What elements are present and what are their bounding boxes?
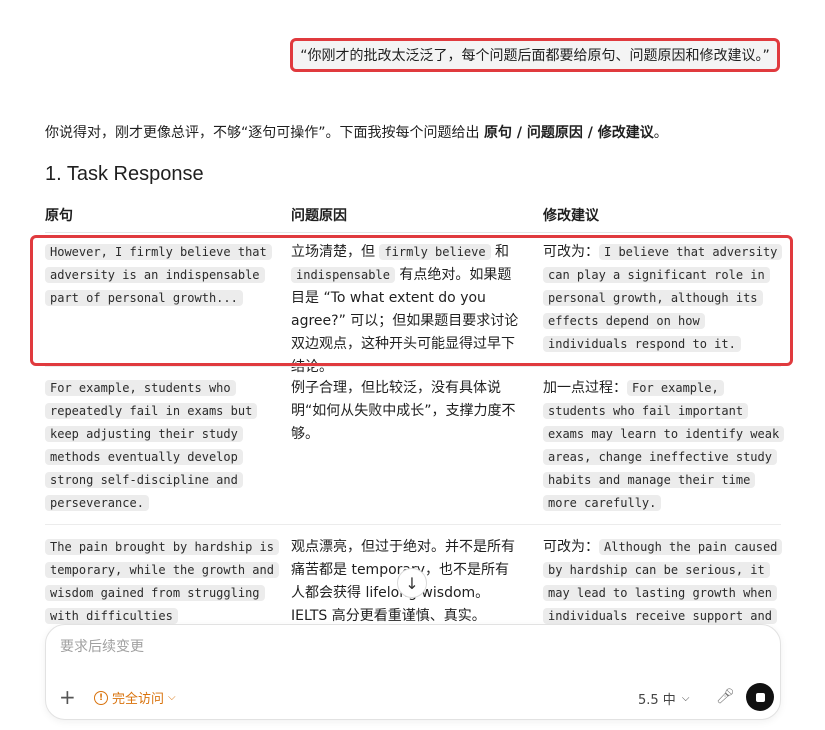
warning-icon: ! [94, 690, 108, 705]
table-row-3-suggestion: 可改为： Although the pain caused by hardship… [543, 536, 783, 625]
table-row-2-suggestion: 加一点过程： For example, students who fail imp… [543, 377, 785, 515]
row-divider [45, 366, 781, 367]
intro-end: 。 [653, 125, 668, 141]
section-title: 1. Task Response [45, 163, 204, 185]
table-row-2-original: For example, students who repeatedly fai… [45, 377, 275, 515]
scroll-to-bottom-button[interactable]: ↓ [397, 568, 427, 598]
stop-icon [755, 692, 765, 702]
table-row-2-reason: 例子合理，但比较泛，没有具体说明“如何从失败中成长”，支撑力度不够。 [291, 380, 516, 442]
assistant-intro: 你说得对，刚才更像总评，不够“逐句可操作”。下面我按每个问题给出 原句 / 问题… [45, 122, 668, 142]
arrow-down-icon: ↓ [405, 573, 419, 593]
plus-icon[interactable]: + [59, 685, 76, 709]
user-message-bubble: “你刚才的批改太泛泛了，每个问题后面都要给原句、问题原因和修改建议。” [290, 38, 780, 72]
intro-text: 你说得对，刚才更像总评，不够“逐句可操作”。下面我按每个问题给出 [45, 125, 484, 141]
model-selector[interactable]: 5.5 中 ⌵ [638, 689, 689, 708]
table-row-1-suggestion: 可改为： I believe that adversity can play a … [543, 241, 783, 356]
mic-icon[interactable]: 🎤︎ [716, 687, 735, 705]
user-message-text: “你刚才的批改太泛泛了，每个问题后面都要给原句、问题原因和修改建议。” [300, 48, 770, 64]
stop-button[interactable] [746, 683, 774, 711]
table-header-original: 原句 [45, 208, 73, 224]
chevron-down-icon: ⌵ [681, 693, 690, 704]
access-mode-button[interactable]: ! 完全访问 ⌵ [94, 688, 176, 707]
table-row-1-reason: 立场清楚，但 firmly believe 和 indispensable 有点… [291, 244, 519, 375]
table-header-reason: 问题原因 [291, 208, 347, 224]
intro-bold: 原句 / 问题原因 / 修改建议 [483, 125, 654, 141]
table-header-divider [45, 232, 781, 233]
model-label: 5.5 中 [638, 693, 676, 708]
table-row-3-original: The pain brought by hardship is temporar… [45, 536, 279, 625]
chevron-down-icon: ⌵ [168, 692, 176, 703]
table-row-1-original: However, I firmly believe that adversity… [45, 241, 275, 310]
table-header-suggestion: 修改建议 [543, 208, 599, 224]
row-divider [45, 524, 781, 525]
access-label: 完全访问 [112, 692, 165, 707]
composer-input[interactable] [58, 638, 562, 656]
composer: + ! 完全访问 ⌵ 5.5 中 ⌵ 🎤︎ [45, 624, 781, 720]
